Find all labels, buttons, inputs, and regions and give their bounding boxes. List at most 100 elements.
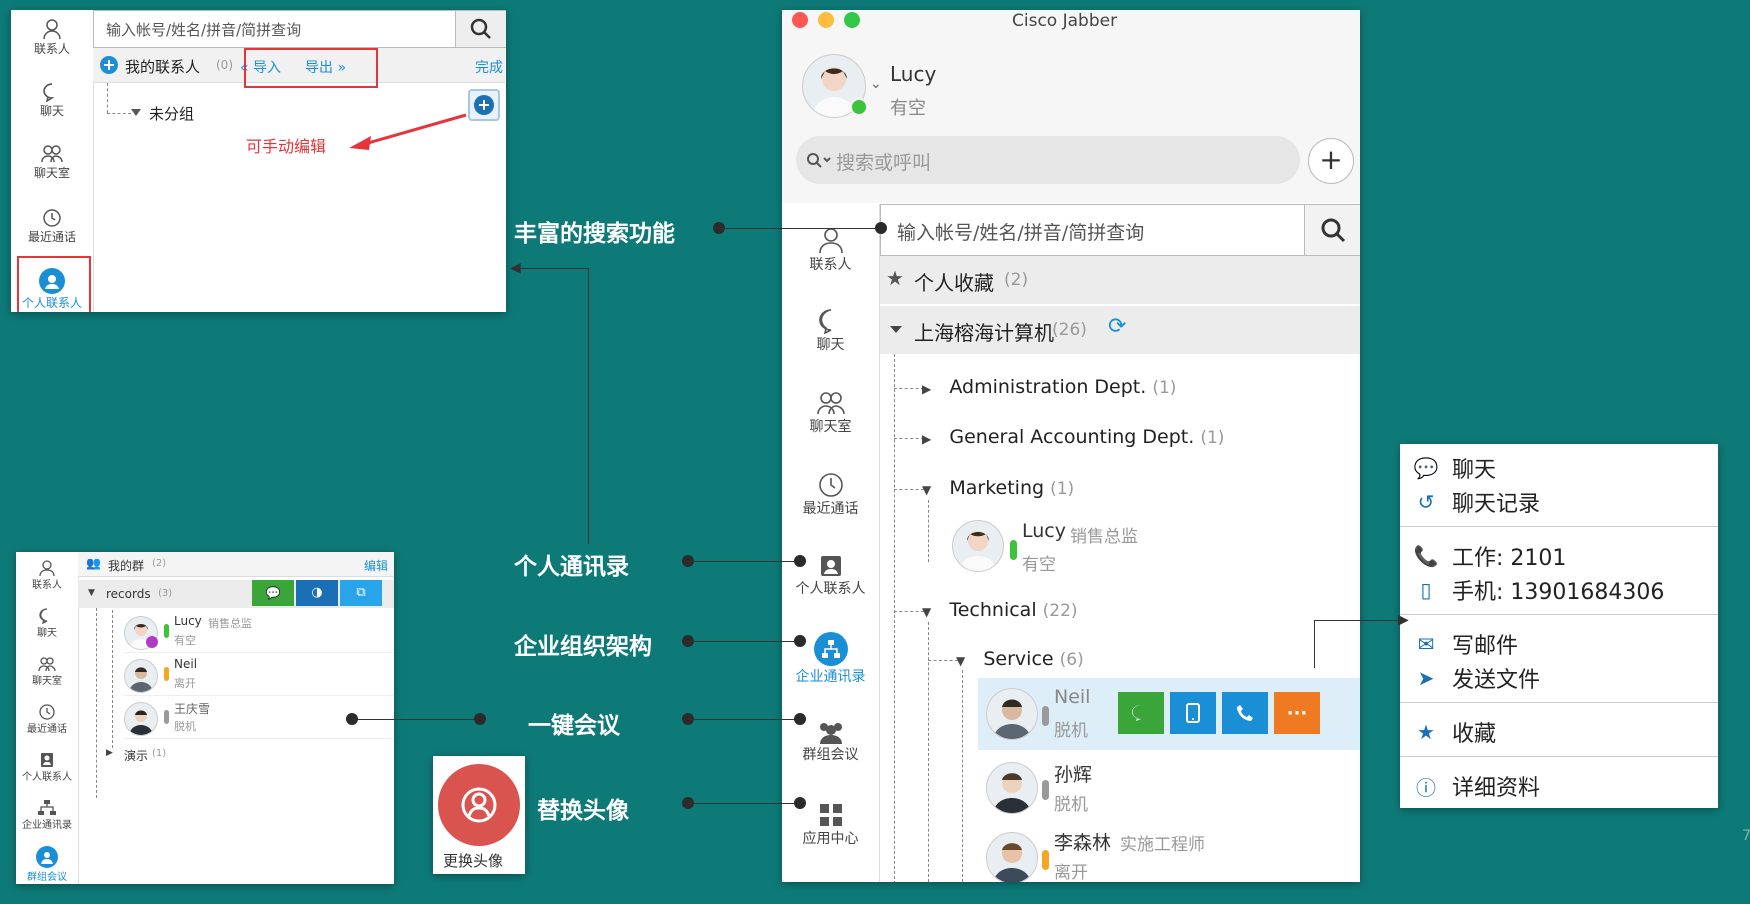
favorites-row[interactable]: ★ 个人收藏 (2) <box>880 256 1360 304</box>
phone-call-button[interactable] <box>1222 692 1268 734</box>
user-status[interactable]: 有空 <box>890 94 926 120</box>
done-link[interactable]: 完成 <box>475 57 503 77</box>
menu-item-chat[interactable]: 💬 聊天 <box>1412 452 1496 484</box>
list-item[interactable]: Lucy 销售总监 有空 <box>952 516 1352 580</box>
menu-item-details[interactable]: ⓘ 详细资料 <box>1412 770 1540 802</box>
search-call-input[interactable]: 搜索或呼叫 <box>796 136 1300 184</box>
status-bar <box>1042 780 1049 800</box>
dept-row[interactable]: ▼ Technical (22) <box>922 599 1078 621</box>
favorites-count: (2) <box>1004 270 1029 290</box>
menu-item-mobile[interactable]: ▯ 手机: 13901684306 <box>1412 574 1664 606</box>
list-item-hovered[interactable]: Neil 脱机 ··· <box>978 678 1360 750</box>
nav-enterprise-directory[interactable]: 企业通讯录 <box>16 800 78 831</box>
dept-row[interactable]: ▶ Administration Dept. (1) <box>922 376 1176 398</box>
maximize-button[interactable] <box>844 12 860 28</box>
nav-recent[interactable]: 最近通话 <box>11 208 93 245</box>
context-menu: 💬 聊天 ↺ 聊天记录 📞 工作: 2101 ▯ 手机: 13901684306 ✉ 写邮… <box>1400 444 1718 808</box>
refresh-icon[interactable]: ⟳ <box>1108 314 1126 339</box>
caret-down-icon[interactable] <box>131 109 141 117</box>
chat-bubble-icon <box>43 83 55 102</box>
company-row[interactable]: 上海榕海计算机 (26) ⟳ <box>880 306 1360 354</box>
member-status: 脱机 <box>174 720 196 733</box>
add-circle-icon[interactable] <box>99 55 119 75</box>
nav-chat[interactable]: 聊天 <box>11 82 93 119</box>
caret-down-icon: ▼ <box>88 588 95 598</box>
menu-item-send-file[interactable]: ➤ 发送文件 <box>1412 662 1540 694</box>
list-item[interactable]: Neil 离开 <box>124 653 394 696</box>
meeting-action-button[interactable]: ◑ <box>296 580 338 606</box>
nav-contacts[interactable]: 联系人 <box>782 226 879 274</box>
add-button[interactable]: + <box>1308 138 1354 184</box>
search-button[interactable] <box>1304 205 1360 255</box>
caret-down-icon <box>890 326 902 333</box>
nav-chatroom[interactable]: 聊天室 <box>782 390 879 436</box>
paper-plane-icon: ➤ <box>1417 666 1435 690</box>
dept-row[interactable]: ▼ Service (6) <box>956 648 1084 670</box>
menu-item-email[interactable]: ✉ 写邮件 <box>1412 628 1518 660</box>
nav-recent[interactable]: 最近通话 <box>16 704 78 735</box>
mobile-call-button[interactable] <box>1170 692 1216 734</box>
nav-label: 聊天 <box>37 628 57 639</box>
minimize-button[interactable] <box>818 12 834 28</box>
dept-row[interactable]: ▶ General Accounting Dept. (1) <box>922 426 1224 448</box>
chevron-down-icon[interactable]: ⌄ <box>870 76 882 92</box>
envelope-icon: ✉ <box>1417 632 1435 656</box>
connector-dot <box>794 635 806 647</box>
search-input[interactable]: 输入帐号/姓名/拼音/简拼查询 <box>93 10 506 48</box>
person-icon <box>43 19 61 40</box>
directory-search-input[interactable]: 输入帐号/姓名/拼音/简拼查询 <box>880 204 1360 256</box>
chat-action-button[interactable]: 💬 <box>252 580 294 606</box>
edit-link[interactable]: 编辑 <box>364 557 388 574</box>
dept-row[interactable]: ▼ Marketing (1) <box>922 477 1074 499</box>
chat-bubble-icon <box>1132 705 1141 721</box>
highlight-box <box>17 256 91 312</box>
star-icon: ★ <box>886 266 904 290</box>
search-button[interactable] <box>455 11 506 47</box>
member-name: 王庆雪 <box>174 702 211 716</box>
group-row[interactable]: ▼ records (3) 💬 ◑ ⧉ <box>78 580 394 608</box>
nav-contacts[interactable]: 联系人 <box>11 18 93 57</box>
member-status: 离开 <box>174 677 196 690</box>
contact-card-icon <box>820 556 841 576</box>
personal-contacts-panel: 联系人 聊天 聊天室 最近通话 个人联系人 输入帐号/姓名/拼音/简拼查询 我的… <box>11 10 506 312</box>
nav-chat[interactable]: 聊天 <box>782 308 879 354</box>
page-number: 7 <box>1742 828 1750 844</box>
member-name: Lucy <box>174 614 202 628</box>
share-action-button[interactable]: ⧉ <box>340 580 382 606</box>
history-icon: ↺ <box>1417 490 1435 514</box>
nav-group-meeting[interactable]: 群组会议 <box>782 720 879 764</box>
title-bar: Cisco Jabber <box>782 10 1360 38</box>
star-icon: ★ <box>1417 720 1435 744</box>
close-button[interactable] <box>792 12 808 28</box>
contact-card-icon <box>41 753 53 767</box>
list-item[interactable]: Lucy 销售总监 有空 <box>124 610 394 653</box>
divider <box>1400 614 1718 615</box>
divider <box>1400 756 1718 757</box>
nav-chatroom[interactable]: 聊天室 <box>16 656 78 687</box>
org-chart-icon <box>38 800 56 815</box>
nav-chat[interactable]: 聊天 <box>16 608 78 639</box>
group-meeting-icon <box>819 723 842 744</box>
search-placeholder: 输入帐号/姓名/拼音/简拼查询 <box>106 21 302 39</box>
nav-contacts[interactable]: 联系人 <box>16 560 78 591</box>
menu-item-work-phone[interactable]: 📞 工作: 2101 <box>1412 540 1567 572</box>
group-icon <box>38 657 56 672</box>
feature-label-enterprise: 企业组织架构 <box>514 634 652 660</box>
add-group-button[interactable] <box>468 89 500 121</box>
nav-chatroom[interactable]: 聊天室 <box>11 144 93 181</box>
menu-item-favorite[interactable]: ★ 收藏 <box>1412 716 1496 748</box>
left-nav: 联系人 聊天 聊天室 最近通话 个人联系人 企业通讯录 群组会议 <box>16 552 79 884</box>
nav-recent[interactable]: 最近通话 <box>782 472 879 518</box>
nav-personal-contacts[interactable]: 个人联系人 <box>16 752 78 783</box>
list-item[interactable]: 李森林 实施工程师 离开 <box>978 824 1360 882</box>
list-item[interactable]: 孙辉 脱机 <box>978 754 1360 822</box>
chat-bubble-icon <box>39 608 48 624</box>
more-button[interactable]: ··· <box>1274 692 1320 734</box>
chat-action-button[interactable] <box>1118 692 1164 734</box>
group-row[interactable]: ▶ 演示 (1) <box>78 742 394 768</box>
change-avatar-tile[interactable]: 更换头像 <box>433 756 525 874</box>
company-label: 上海榕海计算机 <box>914 321 1054 345</box>
nav-group-meeting[interactable]: 群组会议 <box>16 846 78 883</box>
menu-item-history[interactable]: ↺ 聊天记录 <box>1412 486 1540 518</box>
nav-app-center[interactable]: 应用中心 <box>782 802 879 848</box>
